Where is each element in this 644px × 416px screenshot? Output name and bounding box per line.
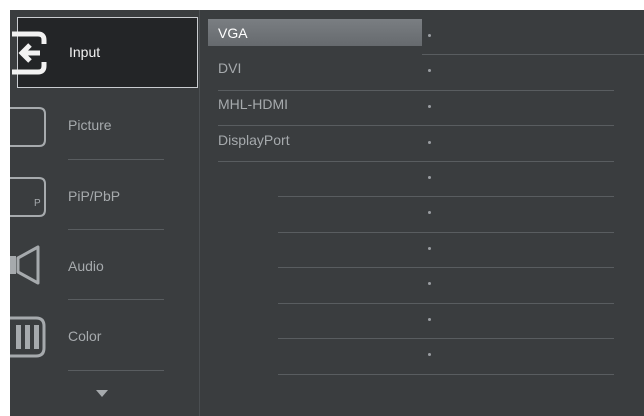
input-icon xyxy=(10,30,54,76)
submenu-item-mhl-hdmi[interactable]: MHL-HDMI xyxy=(200,91,644,126)
submenu-dot xyxy=(428,34,431,37)
submenu-item-empty xyxy=(200,233,644,268)
main-menu: Input Picture PiP/PbP P Audio Color xyxy=(10,10,200,416)
submenu-item-label: MHL-HDMI xyxy=(218,96,288,112)
submenu-dot xyxy=(428,69,431,72)
submenu-dot xyxy=(428,353,431,356)
submenu-dot xyxy=(428,211,431,214)
color-icon xyxy=(10,316,50,358)
submenu-item-empty xyxy=(200,162,644,197)
submenu-separator xyxy=(278,374,614,375)
menu-separator xyxy=(68,299,164,300)
submenu-item-label: VGA xyxy=(218,25,248,41)
menu-item-label: Audio xyxy=(68,258,104,274)
scroll-down-icon[interactable] xyxy=(96,390,108,397)
submenu-item-empty xyxy=(200,197,644,232)
submenu-dot xyxy=(428,247,431,250)
menu-item-label: PiP/PbP xyxy=(68,188,121,204)
submenu-item-displayport[interactable]: DisplayPort xyxy=(200,126,644,161)
submenu-dot xyxy=(428,318,431,321)
menu-item-label: Input xyxy=(69,44,101,60)
menu-item-label: Picture xyxy=(68,117,112,133)
pip-icon-letter: P xyxy=(34,198,41,209)
menu-separator xyxy=(68,159,164,160)
menu-item-label: Color xyxy=(68,328,102,344)
submenu-dot xyxy=(428,141,431,144)
submenu-item-label: DVI xyxy=(218,60,242,76)
submenu-dot xyxy=(428,176,431,179)
menu-separator xyxy=(68,370,164,371)
submenu-item-empty xyxy=(200,268,644,303)
submenu-item-empty xyxy=(200,339,644,374)
picture-icon xyxy=(10,106,50,148)
osd-window: Input Picture PiP/PbP P Audio Color VGA … xyxy=(10,10,644,416)
speaker-icon xyxy=(10,244,44,286)
submenu-dot xyxy=(428,105,431,108)
submenu-dot xyxy=(428,282,431,285)
submenu-item-vga[interactable]: VGA xyxy=(200,10,644,46)
submenu-item-label: DisplayPort xyxy=(218,132,290,148)
submenu: VGA DVI MHL-HDMI DisplayPort xyxy=(200,10,644,416)
menu-separator xyxy=(68,229,164,230)
pip-icon: P xyxy=(10,176,50,218)
submenu-item-dvi[interactable]: DVI xyxy=(200,55,644,90)
submenu-item-empty xyxy=(200,304,644,339)
